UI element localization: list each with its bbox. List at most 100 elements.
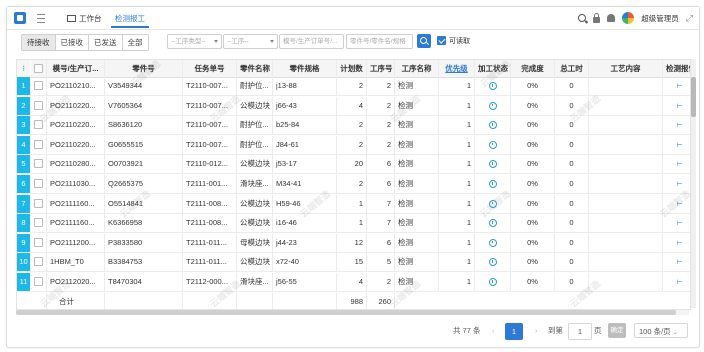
cell-mold: PO2111160... bbox=[47, 214, 105, 233]
report-link-icon[interactable]: ⊢ bbox=[676, 259, 682, 266]
row-checkbox[interactable] bbox=[34, 257, 43, 267]
header-part-no[interactable]: 零件号 bbox=[105, 60, 183, 77]
row-checkbox[interactable] bbox=[34, 198, 43, 208]
header-part-name[interactable]: 零件名称 bbox=[237, 60, 273, 77]
next-page-icon[interactable]: › bbox=[535, 323, 538, 339]
header-priority[interactable]: 优先级 bbox=[439, 60, 475, 77]
header-task-no[interactable]: 任务单号 bbox=[183, 60, 237, 77]
header-report[interactable]: 检测报告 bbox=[663, 60, 690, 77]
table-horizontal-scrollbar[interactable] bbox=[16, 310, 689, 315]
report-link-icon[interactable]: ⊢ bbox=[676, 279, 682, 286]
header-select-all[interactable] bbox=[31, 60, 47, 77]
search-button[interactable] bbox=[417, 34, 431, 48]
process-type-select[interactable]: --工序类型-- bbox=[167, 34, 222, 49]
table-row[interactable]: 6 PO2111030... Q2665375 T2111-001... 滑块座... M… bbox=[17, 175, 690, 194]
row-checkbox[interactable] bbox=[34, 179, 43, 189]
bell-icon[interactable] bbox=[607, 14, 616, 22]
cell-status bbox=[475, 194, 511, 213]
table-row[interactable]: 1 PO2110210... V3549344 T2110-007... 耐护位... j… bbox=[17, 77, 690, 96]
row-checkbox[interactable] bbox=[34, 159, 43, 169]
row-checkbox[interactable] bbox=[34, 100, 43, 110]
header-proc-name[interactable]: 工序名称 bbox=[395, 60, 439, 77]
menu-toggle-icon[interactable] bbox=[37, 14, 45, 23]
table-row[interactable]: 2 PO2110220... V7605364 T2110-007... 公模边块 j66… bbox=[17, 96, 690, 116]
row-checkbox[interactable] bbox=[34, 81, 43, 91]
row-select[interactable] bbox=[31, 175, 47, 193]
readable-checkbox[interactable] bbox=[437, 36, 446, 45]
filter-sent[interactable]: 已发送 bbox=[89, 35, 123, 50]
report-link-icon[interactable]: ⊢ bbox=[676, 103, 682, 110]
prev-page-icon[interactable]: ‹ bbox=[492, 323, 495, 339]
table-row[interactable]: 7 PO2111160... O5514841 T2111-008... 公模边块 H59… bbox=[17, 194, 690, 214]
report-link-icon[interactable]: ⊢ bbox=[676, 161, 682, 168]
cell-report: ⊢ bbox=[663, 234, 690, 252]
tab-workbench[interactable]: 工作台 bbox=[63, 11, 106, 28]
row-checkbox[interactable] bbox=[34, 120, 43, 130]
username[interactable]: 超级管理员 bbox=[641, 13, 679, 24]
row-checkbox[interactable] bbox=[34, 277, 43, 287]
report-link-icon[interactable]: ⊢ bbox=[676, 181, 682, 188]
report-link-icon[interactable]: ⊢ bbox=[676, 83, 682, 90]
order-search-input[interactable]: 模号/生产订单号/... bbox=[279, 34, 344, 49]
scrollbar-thumb[interactable] bbox=[16, 310, 676, 315]
row-index: 5 bbox=[17, 155, 31, 174]
table-row[interactable]: 5 PO2110280... O0703921 T2110-012... 公模边块 j53… bbox=[17, 155, 690, 175]
header-part-spec[interactable]: 零件规格 bbox=[273, 60, 337, 77]
cell-plan: 2 bbox=[337, 175, 367, 193]
report-link-icon[interactable]: ⊢ bbox=[676, 201, 682, 208]
lock-icon[interactable] bbox=[593, 12, 601, 23]
row-checkbox[interactable] bbox=[34, 218, 43, 228]
row-select[interactable] bbox=[31, 233, 47, 252]
total-empty bbox=[183, 293, 237, 309]
report-link-icon[interactable]: ⊢ bbox=[676, 142, 682, 149]
header-hours[interactable]: 总工时 bbox=[555, 60, 589, 77]
filter-all[interactable]: 全部 bbox=[122, 35, 148, 50]
column-settings-icon[interactable]: ⫶ bbox=[17, 60, 31, 77]
row-select[interactable] bbox=[31, 214, 47, 233]
filter-pending[interactable]: 待接收 bbox=[22, 35, 56, 50]
report-link-icon[interactable]: ⊢ bbox=[676, 122, 682, 129]
page-size-select[interactable]: 100 条/页 ⌄ bbox=[634, 323, 688, 338]
select-all-checkbox[interactable] bbox=[34, 64, 43, 74]
row-select[interactable] bbox=[31, 155, 47, 174]
row-checkbox[interactable] bbox=[34, 237, 43, 247]
table-row[interactable]: 4 PO2110220... G0655515 T2110-007... 耐护位... J… bbox=[17, 135, 690, 155]
avatar[interactable] bbox=[622, 12, 635, 24]
header-plan-qty[interactable]: 计划数 bbox=[337, 60, 367, 77]
process-select[interactable]: --工序-- bbox=[223, 34, 278, 49]
scrollbar-thumb[interactable] bbox=[691, 77, 696, 117]
page-number[interactable]: 1 bbox=[505, 323, 523, 340]
cell-craft bbox=[589, 175, 663, 193]
search-icon[interactable] bbox=[578, 14, 587, 22]
header-status[interactable]: 加工状态 bbox=[475, 60, 511, 77]
report-link-icon[interactable]: ⊢ bbox=[676, 220, 682, 227]
header-craft[interactable]: 工艺内容 bbox=[589, 60, 663, 77]
row-select[interactable] bbox=[31, 253, 47, 272]
header-completion[interactable]: 完成度 bbox=[511, 60, 555, 77]
fullscreen-icon[interactable]: ⤢ bbox=[686, 13, 693, 24]
row-index: 10 bbox=[17, 253, 31, 272]
report-link-icon[interactable]: ⊢ bbox=[676, 240, 682, 247]
table-vertical-scrollbar[interactable] bbox=[691, 59, 696, 308]
part-search-input[interactable]: 零件号/零件名/规格 bbox=[346, 34, 413, 49]
row-select[interactable] bbox=[31, 273, 47, 291]
table-row[interactable]: 3 PO2110220... S8636120 T2110-007... 耐护位... b… bbox=[17, 116, 690, 136]
tab-inspection-report[interactable]: 检测报工 bbox=[111, 11, 149, 28]
cell-prio: 1 bbox=[439, 155, 475, 174]
row-select[interactable] bbox=[31, 135, 47, 154]
table-row[interactable]: 9 PO2111200... P3833580 T2111-011... 母模边块 j44… bbox=[17, 233, 690, 253]
header-mold[interactable]: 模号/生产订... bbox=[47, 60, 105, 77]
go-button[interactable]: 确定 bbox=[608, 323, 626, 338]
cell-status bbox=[475, 135, 511, 154]
header-seq-no[interactable]: 工序号 bbox=[367, 60, 395, 77]
row-select[interactable] bbox=[31, 77, 47, 95]
goto-page-input[interactable]: 1 bbox=[568, 323, 592, 340]
row-select[interactable] bbox=[31, 194, 47, 213]
table-row[interactable]: 10 1HBM_T0 B3384753 T2111-011... 公模边块 x72-40 1… bbox=[17, 253, 690, 273]
filter-received[interactable]: 已接收 bbox=[55, 35, 89, 50]
row-select[interactable] bbox=[31, 96, 47, 115]
row-checkbox[interactable] bbox=[34, 139, 43, 149]
table-row[interactable]: 11 PO2112020... T8470304 T2112-000... 滑块座...… bbox=[17, 273, 690, 292]
table-row[interactable]: 8 PO2111160... K6366958 T2111-008... 公模边块 i16… bbox=[17, 214, 690, 234]
row-select[interactable] bbox=[31, 116, 47, 135]
